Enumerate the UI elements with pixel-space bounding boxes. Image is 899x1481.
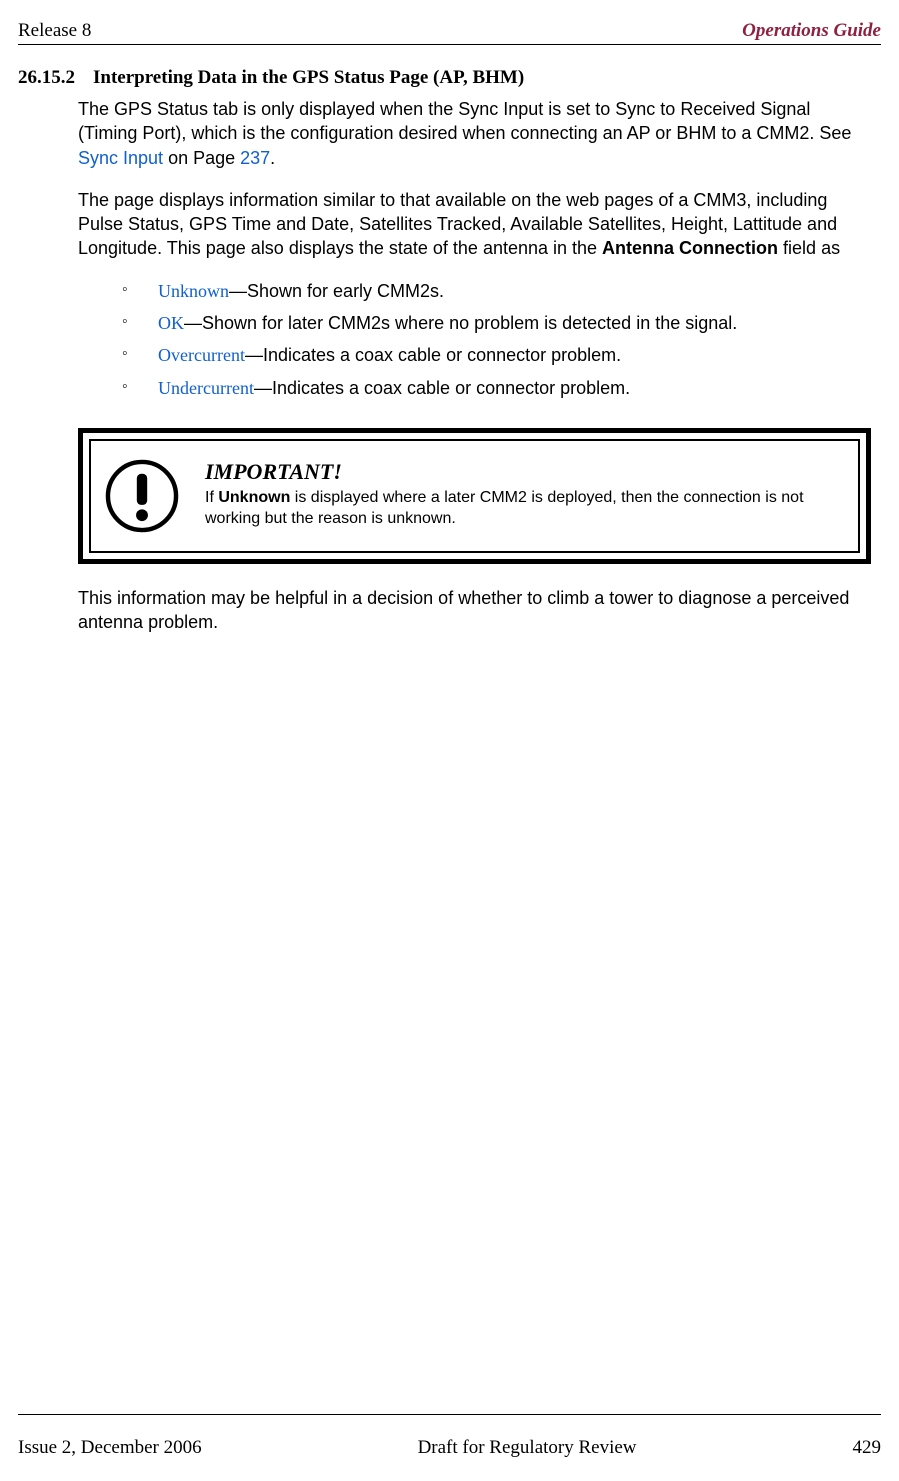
- list-item: Overcurrent—Indicates a coax cable or co…: [122, 343, 871, 367]
- callout-title: IMPORTANT!: [205, 459, 844, 485]
- footer-page-number: 429: [853, 1437, 882, 1459]
- header-release: Release 8: [18, 20, 91, 42]
- term-desc: —Indicates a coax cable or connector pro…: [245, 345, 621, 365]
- para1-text-b: on Page: [163, 148, 240, 168]
- footer-rule: [18, 1414, 881, 1415]
- para1-text-a: The GPS Status tab is only displayed whe…: [78, 99, 851, 143]
- footer-draft-label: Draft for Regulatory Review: [202, 1437, 853, 1459]
- term-ok: OK: [158, 313, 184, 333]
- section-heading: 26.15.2 Interpreting Data in the GPS Sta…: [18, 67, 881, 89]
- callout-body-b: is displayed where a later CMM2 is deplo…: [205, 489, 804, 527]
- callout-text: IMPORTANT! If Unknown is displayed where…: [205, 459, 844, 530]
- term-overcurrent: Overcurrent: [158, 345, 245, 365]
- page-header: Release 8 Operations Guide: [18, 20, 881, 42]
- callout-inner: IMPORTANT! If Unknown is displayed where…: [89, 439, 860, 553]
- term-unknown: Unknown: [158, 281, 229, 301]
- term-desc: —Indicates a coax cable or connector pro…: [254, 378, 630, 398]
- term-desc: —Shown for later CMM2s where no problem …: [184, 313, 737, 333]
- list-item: Undercurrent—Indicates a coax cable or c…: [122, 376, 871, 400]
- callout-body-a: If: [205, 489, 218, 506]
- term-undercurrent: Undercurrent: [158, 378, 254, 398]
- definition-list: Unknown—Shown for early CMM2s. OK—Shown …: [122, 279, 871, 400]
- para2-text-b: field as: [778, 238, 840, 258]
- footer-issue: Issue 2, December 2006: [18, 1437, 202, 1459]
- section-number: 26.15.2: [18, 67, 75, 89]
- body: The GPS Status tab is only displayed whe…: [78, 97, 871, 635]
- intro-paragraph-2: The page displays information similar to…: [78, 188, 871, 261]
- antenna-connection-label: Antenna Connection: [602, 238, 778, 258]
- list-item: OK—Shown for later CMM2s where no proble…: [122, 311, 871, 335]
- term-desc: —Shown for early CMM2s.: [229, 281, 444, 301]
- important-callout: IMPORTANT! If Unknown is displayed where…: [78, 428, 871, 564]
- callout-body-bold: Unknown: [218, 489, 290, 506]
- header-guide-title: Operations Guide: [742, 20, 881, 42]
- footer-line: Issue 2, December 2006 Draft for Regulat…: [18, 1437, 881, 1459]
- intro-paragraph-1: The GPS Status tab is only displayed whe…: [78, 97, 871, 170]
- para1-text-c: .: [270, 148, 275, 168]
- callout-body: If Unknown is displayed where a later CM…: [205, 488, 844, 530]
- page-footer: Issue 2, December 2006 Draft for Regulat…: [18, 1414, 881, 1459]
- section-title: Interpreting Data in the GPS Status Page…: [93, 67, 524, 89]
- list-item: Unknown—Shown for early CMM2s.: [122, 279, 871, 303]
- closing-paragraph: This information may be helpful in a dec…: [78, 586, 871, 635]
- exclamation-icon: [105, 459, 179, 533]
- page-ref-link[interactable]: 237: [240, 148, 270, 168]
- sync-input-link[interactable]: Sync Input: [78, 148, 163, 168]
- header-rule: [18, 44, 881, 45]
